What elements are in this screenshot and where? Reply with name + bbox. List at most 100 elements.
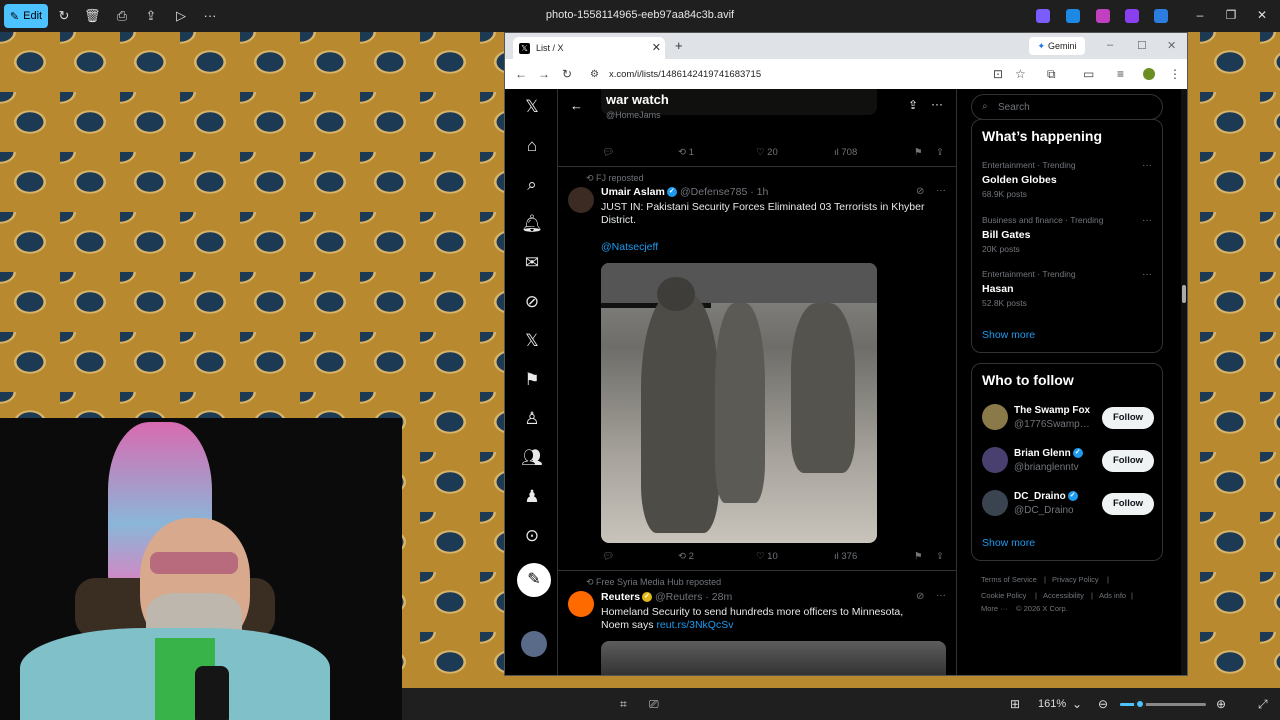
repost-context[interactable]: ⟲ Free Syria Media Hub reposted: [586, 577, 721, 588]
follow-handle[interactable]: @brianglenntv: [1014, 462, 1090, 473]
fit-icon[interactable]: ⊞: [1010, 697, 1020, 711]
views-button[interactable]: ıl 376: [834, 551, 857, 562]
more-icon[interactable]: ···: [1142, 160, 1152, 171]
reply-icon[interactable]: 💬︎: [602, 147, 614, 158]
avatar[interactable]: [982, 490, 1008, 516]
close-icon[interactable]: ✕: [1254, 8, 1270, 22]
communities-icon[interactable]: 👥︎: [521, 447, 543, 469]
jobs-icon[interactable]: ♙: [521, 408, 543, 430]
avatar[interactable]: [982, 447, 1008, 473]
post-author-name[interactable]: Reuters ✓: [601, 591, 653, 603]
avatar[interactable]: [982, 404, 1008, 430]
cookie-link[interactable]: Cookie Policy: [981, 591, 1026, 600]
like-button[interactable]: ♡ 10: [756, 551, 778, 562]
edit-button[interactable]: ✎ Edit: [4, 4, 48, 28]
scrollbar[interactable]: [1181, 89, 1187, 675]
views-button[interactable]: ıl 708: [834, 147, 857, 158]
search-icon[interactable]: ⌕: [521, 174, 543, 196]
new-tab-icon[interactable]: +: [675, 38, 683, 53]
profile-icon[interactable]: ♟: [521, 486, 543, 508]
like-button[interactable]: ♡ 20: [756, 147, 778, 158]
extensions-icon[interactable]: ⧉: [1047, 67, 1056, 82]
site-info-icon[interactable]: ⚙: [590, 69, 599, 80]
maximize-icon[interactable]: ❐: [1223, 8, 1239, 22]
post-author-name[interactable]: Umair Aslam ✓: [601, 186, 677, 198]
reply-icon[interactable]: 💬︎: [602, 551, 614, 562]
print-icon[interactable]: ⎙: [114, 8, 130, 24]
follow-button[interactable]: Follow: [1102, 450, 1154, 472]
app-icon[interactable]: [1125, 9, 1139, 23]
messages-icon[interactable]: ✉: [521, 252, 543, 274]
more-icon[interactable]: ···: [936, 590, 946, 601]
share-icon[interactable]: ⇪: [908, 98, 918, 112]
share-icon[interactable]: ⇪: [143, 8, 159, 24]
maximize-icon[interactable]: ☐: [1137, 39, 1147, 52]
post-mention-link[interactable]: @Natsecjeff: [601, 241, 931, 254]
repost-context[interactable]: ⟲ FJ reposted: [586, 173, 644, 184]
avatar[interactable]: [521, 631, 547, 657]
ads-info-link[interactable]: Ads info: [1099, 591, 1126, 600]
text-detect-icon[interactable]: ⎚: [649, 697, 659, 712]
notifications-icon[interactable]: 🔔︎: [521, 213, 543, 235]
profile-avatar[interactable]: [1143, 68, 1155, 80]
zoom-level[interactable]: 161%: [1038, 698, 1066, 710]
back-icon[interactable]: ←: [515, 67, 527, 81]
share-icon[interactable]: ⇪: [936, 147, 944, 158]
minimize-icon[interactable]: –: [1107, 39, 1113, 51]
follow-name[interactable]: The Swamp Fox: [1014, 405, 1090, 416]
bookmarks-icon[interactable]: ⚑: [521, 369, 543, 391]
bookmark-icon[interactable]: ⚑: [914, 147, 923, 158]
zoom-out-icon[interactable]: ⊖: [1098, 697, 1108, 711]
grok-icon[interactable]: ⊘: [521, 291, 543, 313]
app-icon[interactable]: [1036, 9, 1050, 23]
repost-button[interactable]: ⟲ 2: [678, 551, 694, 562]
more-icon[interactable]: ···: [936, 185, 946, 196]
x-logo-icon[interactable]: 𝕏: [521, 96, 543, 118]
forward-icon[interactable]: →: [538, 67, 550, 81]
privacy-link[interactable]: Privacy Policy: [1052, 575, 1099, 584]
back-icon[interactable]: ←: [570, 98, 583, 113]
show-more-link[interactable]: Show more: [982, 329, 1035, 341]
tab-list-x[interactable]: 𝕏 List / X ✕: [513, 37, 665, 59]
more-icon[interactable]: ···: [1142, 269, 1152, 280]
more-icon[interactable]: ···: [931, 97, 943, 111]
url-field[interactable]: x.com/i/lists/1486142419741683715: [609, 69, 761, 80]
accessibility-link[interactable]: Accessibility: [1043, 591, 1084, 600]
post-media[interactable]: [601, 263, 877, 543]
post-link[interactable]: reut.rs/3NkQcSv: [656, 619, 733, 631]
grok-icon[interactable]: ⊘: [916, 186, 924, 197]
bookmark-star-icon[interactable]: ☆: [1015, 67, 1026, 81]
follow-handle[interactable]: @1776Swamp_...: [1014, 419, 1090, 430]
menu-icon[interactable]: ⋮: [1169, 67, 1181, 81]
terms-link[interactable]: Terms of Service: [981, 575, 1037, 584]
post-author-handle[interactable]: @Reuters · 28m: [655, 591, 732, 603]
fullscreen-icon[interactable]: ⤢: [1258, 697, 1268, 712]
avatar[interactable]: [568, 591, 594, 617]
split-icon[interactable]: ▭: [1083, 67, 1094, 81]
bookmark-icon[interactable]: ⚑: [914, 551, 923, 562]
media-icon[interactable]: ≡: [1117, 67, 1124, 81]
close-icon[interactable]: ✕: [652, 41, 661, 54]
follow-button[interactable]: Follow: [1102, 407, 1154, 429]
more-icon[interactable]: ···: [202, 8, 218, 24]
slideshow-icon[interactable]: ▷: [173, 8, 189, 24]
zoom-in-icon[interactable]: ⊕: [1216, 697, 1226, 711]
more-icon[interactable]: ···: [1142, 215, 1152, 226]
crop-icon[interactable]: ⌗: [620, 697, 627, 712]
follow-handle[interactable]: @DC_Draino: [1014, 505, 1090, 516]
post-media[interactable]: [601, 641, 946, 675]
app-icon[interactable]: [1066, 9, 1080, 23]
reload-icon[interactable]: ↻: [562, 67, 572, 81]
share-icon[interactable]: ⇪: [936, 551, 944, 562]
zoom-slider[interactable]: [1120, 698, 1206, 710]
follow-button[interactable]: Follow: [1102, 493, 1154, 515]
follow-name[interactable]: Brian Glenn ✓: [1014, 448, 1083, 459]
delete-icon[interactable]: 🗑: [84, 8, 101, 24]
chevron-down-icon[interactable]: ⌄: [1072, 697, 1082, 711]
gemini-button[interactable]: ✦ Gemini: [1029, 37, 1085, 55]
avatar[interactable]: [568, 187, 594, 213]
scroll-thumb[interactable]: [1182, 285, 1186, 303]
home-icon[interactable]: ⌂: [521, 135, 543, 157]
list-owner-handle[interactable]: @HomeJams: [606, 110, 661, 120]
minimize-icon[interactable]: –: [1192, 8, 1208, 22]
